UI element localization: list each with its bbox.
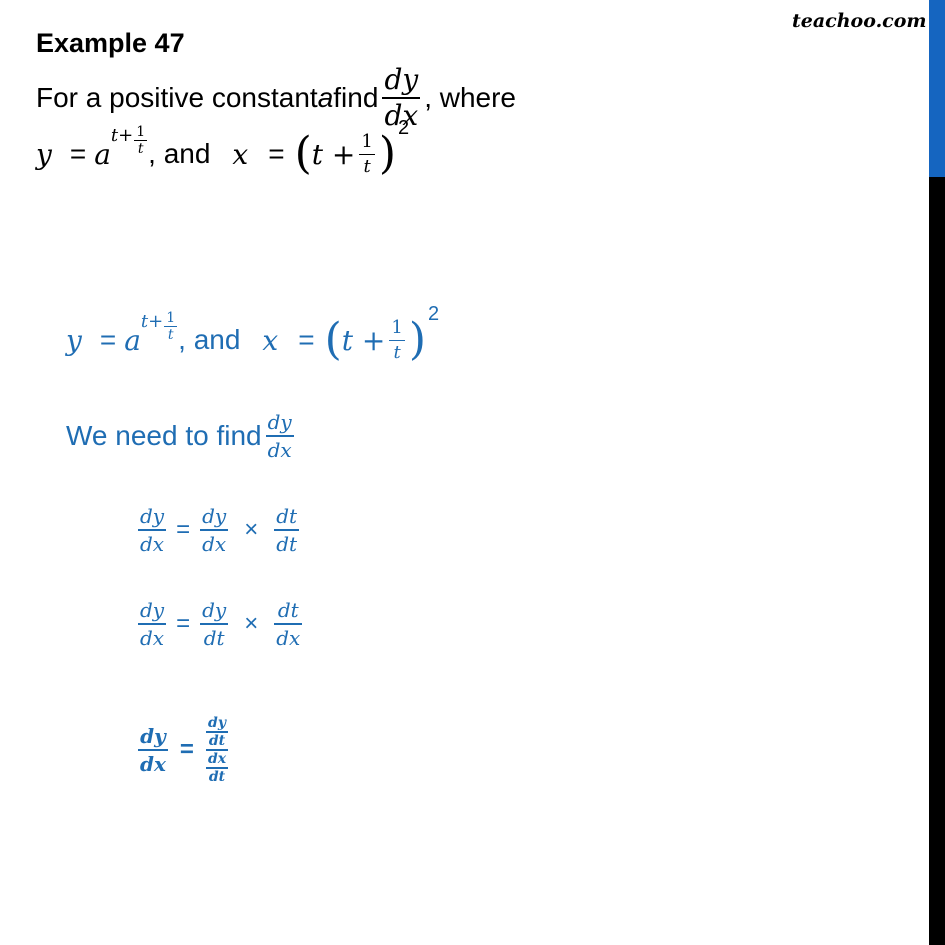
- denominator: dx: [202, 531, 227, 556]
- fraction-bar: [200, 529, 229, 531]
- solution-equations: y = a t+ 1 t , and x = ( t + 1 t ) 2: [66, 303, 439, 365]
- one-over-t: 1 t: [389, 316, 405, 363]
- equals-sign: =: [99, 324, 117, 355]
- denominator: dx: [267, 437, 292, 462]
- right-paren: ): [378, 128, 396, 179]
- equals-sign: =: [268, 138, 285, 169]
- example-title: Example 47: [36, 28, 185, 58]
- bottom-fraction: dx dt: [205, 751, 229, 785]
- step-1: dy dx = dy dx × dt dt: [134, 506, 303, 554]
- numerator: dy: [384, 63, 419, 96]
- denominator: t: [137, 140, 144, 157]
- base-a: a: [124, 323, 141, 357]
- t-plus: t +: [341, 323, 386, 357]
- need-to-find-line: We need to find dy dx: [66, 412, 298, 460]
- question-equations: y = a t+ 1 t , and x = ( t + 1 t ) 2: [36, 117, 409, 179]
- dy-dx-fraction: dy dx: [265, 410, 294, 462]
- t-plus: t +: [311, 137, 356, 171]
- power-two: 2: [428, 302, 440, 325]
- exponent-t-plus: t+: [140, 310, 164, 332]
- denominator: dt: [208, 769, 226, 785]
- equals-sign: =: [179, 736, 194, 763]
- numerator: 1: [166, 309, 176, 326]
- y-variable: y: [66, 323, 82, 357]
- exponent-t-plus: t+: [110, 124, 134, 146]
- numerator: dx: [207, 751, 227, 767]
- equals-sign: =: [176, 609, 191, 637]
- equals-sign: =: [69, 138, 87, 169]
- find-text: find: [333, 82, 379, 113]
- scrollbar-thumb[interactable]: [929, 0, 945, 177]
- step-3-result: dy dx = dy dt dx dt: [134, 716, 232, 784]
- fraction-bar: [389, 339, 405, 341]
- numerator: 1: [391, 316, 403, 338]
- lhs-fraction: dy dx: [138, 598, 167, 650]
- fraction-bar: [138, 749, 168, 751]
- rhs-fraction-1: dy dx: [200, 504, 229, 556]
- denominator: dx: [140, 531, 165, 556]
- fraction-bar: [138, 529, 167, 531]
- one-over-t: 1 t: [134, 123, 148, 157]
- denominator: dx: [140, 625, 165, 650]
- rhs-fraction-2: dt dt: [274, 504, 300, 556]
- denominator: t: [167, 326, 174, 343]
- equals-sign: =: [176, 515, 191, 543]
- denominator: dt: [203, 625, 225, 650]
- left-paren: (: [294, 128, 312, 179]
- where-text: , where: [424, 82, 517, 113]
- rhs-fraction-2: dt dx: [274, 598, 303, 650]
- denominator: dx: [276, 625, 301, 650]
- lhs-fraction: dy dx: [138, 504, 167, 556]
- lhs-fraction: dy dx: [138, 726, 168, 774]
- and-text: , and: [148, 138, 211, 169]
- question-text: For a positive constant: [36, 82, 318, 113]
- numerator: dy: [140, 504, 165, 528]
- step-2: dy dx = dy dt × dt dx: [134, 600, 306, 648]
- numerator: dy: [208, 715, 226, 731]
- denominator: dt: [208, 733, 226, 749]
- denominator: dx: [140, 752, 166, 776]
- y-variable: y: [36, 137, 52, 171]
- need-text: We need to find: [66, 419, 262, 451]
- base-a: a: [94, 137, 111, 171]
- denominator: t: [363, 155, 371, 177]
- fraction-bar: [200, 623, 229, 625]
- constant-a: a: [317, 82, 334, 113]
- x-variable: x: [232, 137, 249, 171]
- denominator: dt: [276, 531, 298, 556]
- power-two: 2: [398, 116, 410, 139]
- exponent: t+ 1 t: [111, 125, 148, 156]
- numerator: dt: [277, 598, 299, 622]
- x-variable: x: [262, 323, 279, 357]
- one-over-t: 1 t: [359, 130, 375, 177]
- numerator: dy: [267, 410, 292, 434]
- numerator: dy: [140, 724, 166, 748]
- compound-fraction: dy dt dx dt: [205, 716, 229, 785]
- equals-sign: =: [298, 324, 315, 355]
- fraction-bar: [138, 623, 167, 625]
- question-line-1: For a positive constant a find dy dx , w…: [36, 66, 516, 130]
- times-sign: ×: [244, 609, 259, 637]
- times-sign: ×: [244, 515, 259, 543]
- one-over-t: 1 t: [164, 309, 178, 343]
- right-paren: ): [408, 314, 426, 365]
- rhs-fraction-1: dy dt: [200, 598, 229, 650]
- fraction-bar: [274, 623, 303, 625]
- numerator: 1: [361, 130, 373, 152]
- fraction-bar: [274, 529, 300, 531]
- numerator: dt: [276, 504, 298, 528]
- top-fraction: dy dt: [206, 716, 228, 748]
- numerator: dy: [202, 504, 227, 528]
- fraction-bar: [359, 153, 375, 155]
- left-paren: (: [324, 314, 342, 365]
- numerator: 1: [136, 123, 146, 140]
- denominator: t: [393, 341, 401, 363]
- exponent: t+ 1 t: [141, 311, 178, 342]
- teachoo-logo: teachoo.com: [792, 10, 927, 32]
- numerator: dy: [140, 598, 165, 622]
- numerator: dy: [202, 598, 227, 622]
- fraction-bar: [265, 435, 294, 437]
- and-text: , and: [178, 324, 241, 355]
